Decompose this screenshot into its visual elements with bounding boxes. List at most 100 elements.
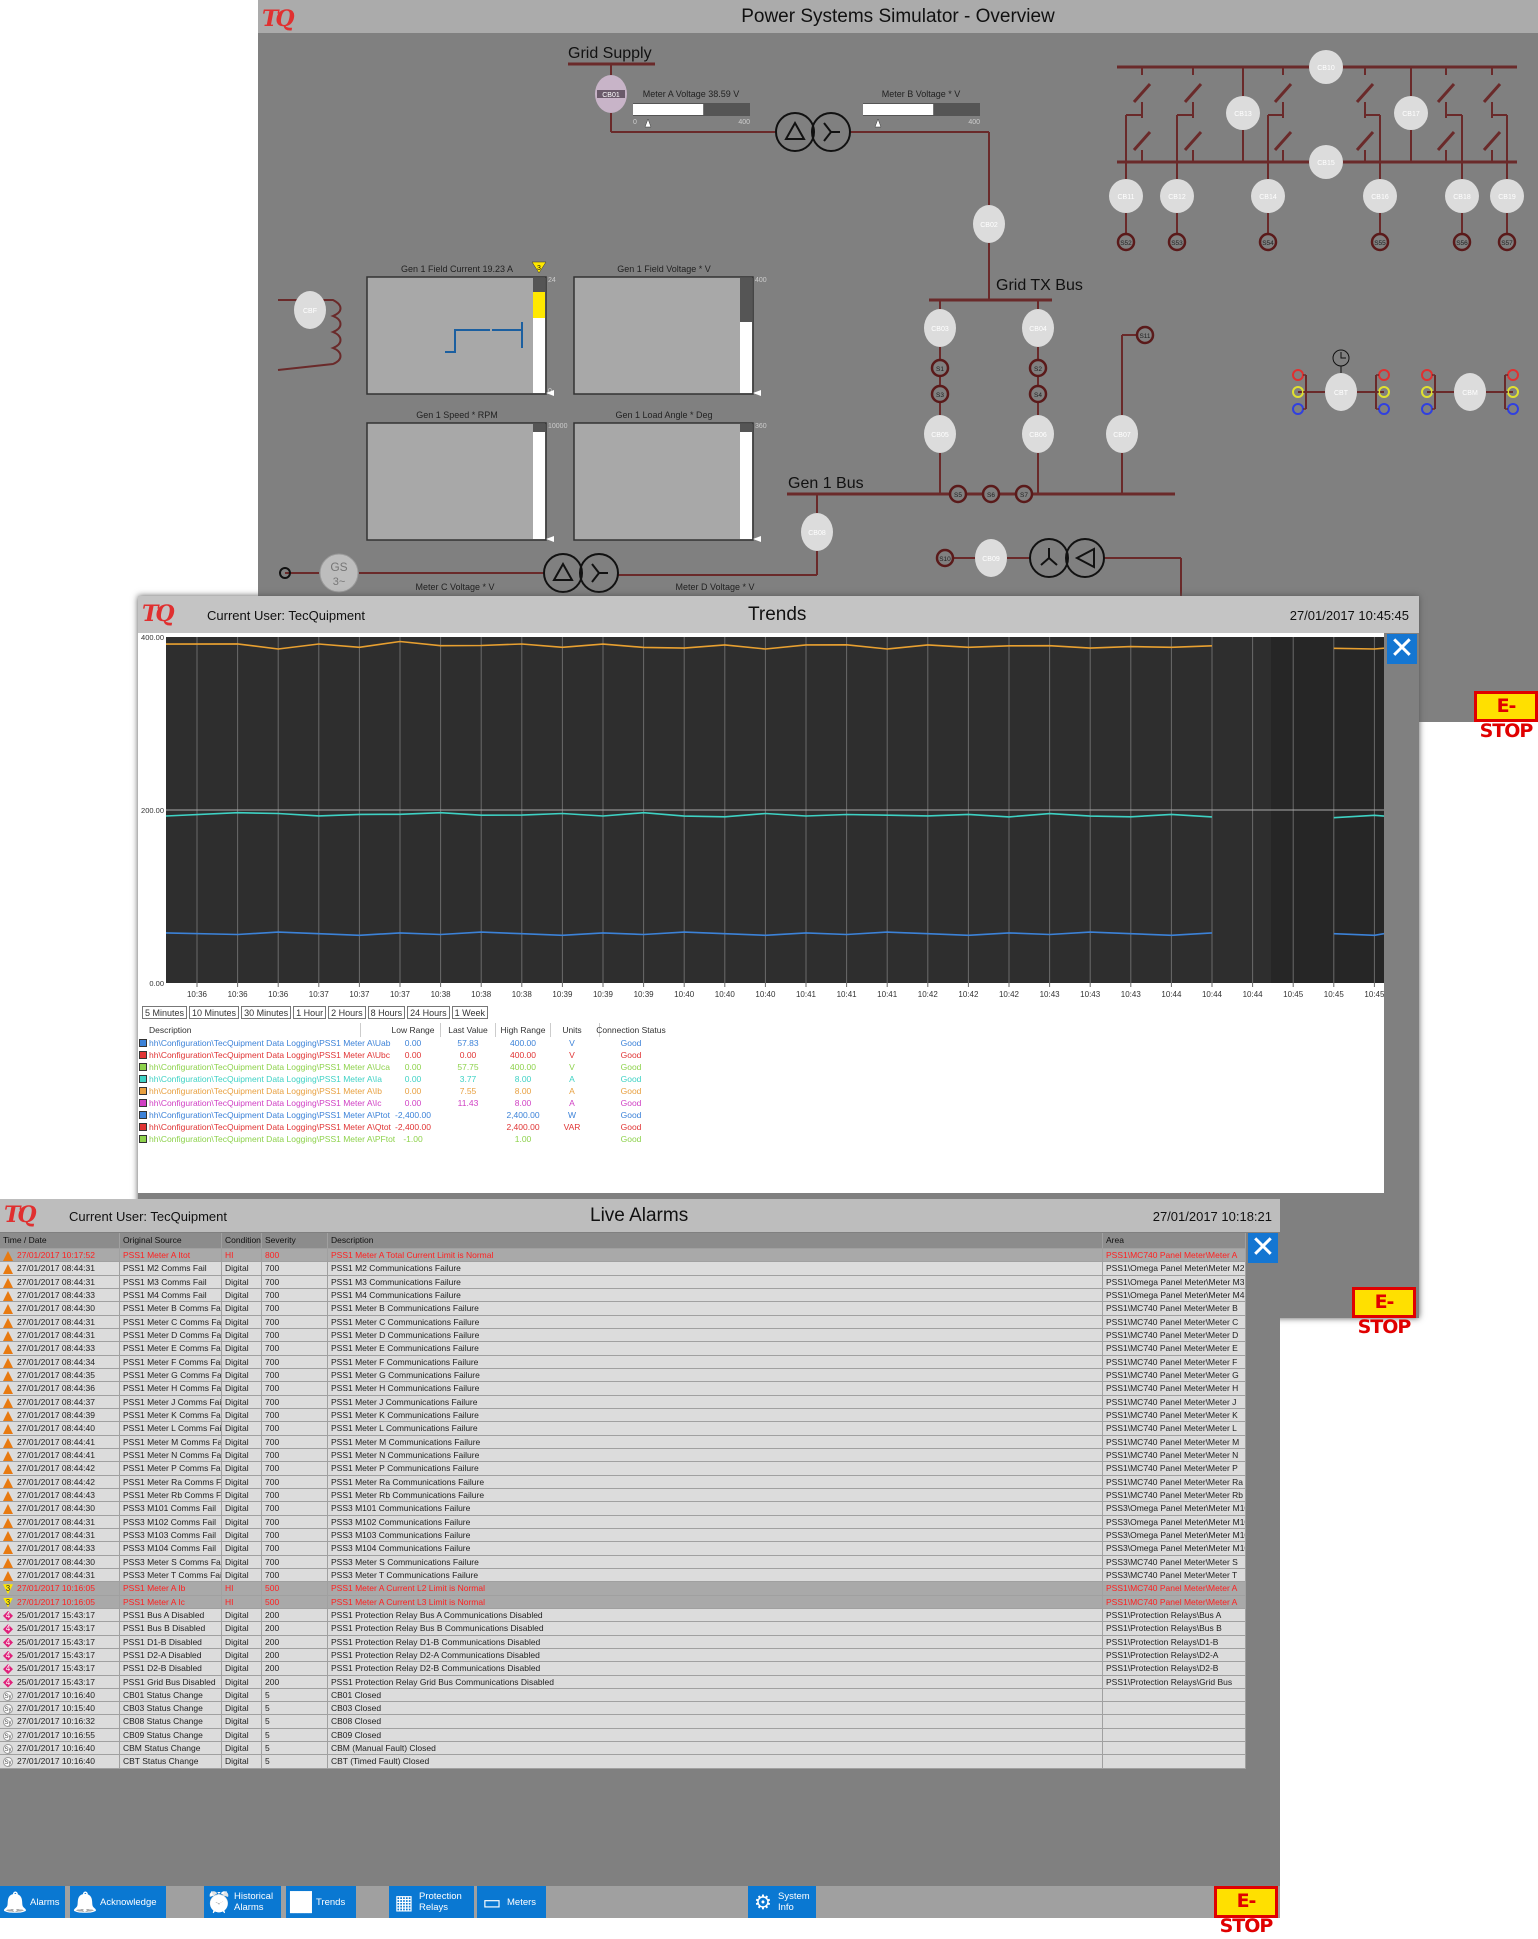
- time-range-button[interactable]: 1 Hour: [293, 1006, 327, 1019]
- time-range-button[interactable]: 1 Week: [451, 1006, 489, 1019]
- alarm-row[interactable]: 27/01/2017 08:44:42 PSS1 Meter P Comms Fa…: [0, 1462, 1246, 1476]
- diagram-label: CB14: [1259, 194, 1277, 201]
- alarm-row[interactable]: 27/01/2017 08:44:40 PSS1 Meter L Comms Fa…: [0, 1422, 1246, 1436]
- alarm-row[interactable]: 27/01/2017 10:17:52 PSS1 Meter A Itot HI 80…: [0, 1249, 1246, 1263]
- trends-button[interactable]: 📈 Trends: [286, 1886, 356, 1918]
- alarm-row[interactable]: 27/01/2017 08:44:31 PSS1 Meter C Comms Fa…: [0, 1315, 1246, 1329]
- series-color-swatch[interactable]: [139, 1123, 147, 1131]
- alarm-row[interactable]: 27/01/2017 08:44:42 PSS1 Meter Ra Comms F…: [0, 1475, 1246, 1489]
- alarm-row[interactable]: 4 25/01/2017 15:43:17 PSS1 D2-B Disabled Di…: [0, 1662, 1246, 1676]
- alarm-row[interactable]: 4 25/01/2017 15:43:17 PSS1 D1-B Disabled Di…: [0, 1635, 1246, 1649]
- series-color-swatch[interactable]: [139, 1099, 147, 1107]
- estop-button[interactable]: E-STOP: [1474, 691, 1538, 742]
- column-header[interactable]: Area: [1103, 1233, 1246, 1248]
- alarm-source: PSS1 Meter P Comms Fail: [120, 1462, 222, 1475]
- alarm-source: PSS3 M101 Comms Fail: [120, 1502, 222, 1515]
- alarm-row[interactable]: 27/01/2017 08:44:31 PSS1 M2 Comms Fail Dig…: [0, 1262, 1246, 1276]
- protection-relays-button[interactable]: ▦ Protection Relays: [389, 1886, 474, 1918]
- legend-units: VAR: [563, 1122, 581, 1132]
- alarm-description: CB01 Closed: [328, 1688, 1103, 1702]
- legend-status: Good: [620, 1110, 642, 1120]
- time-range-button[interactable]: 5 Minutes: [142, 1006, 188, 1019]
- estop-button[interactable]: E-STOP: [1352, 1287, 1416, 1338]
- alarm-row[interactable]: 27/01/2017 08:44:30 PSS3 Meter S Comms Fa…: [0, 1555, 1246, 1569]
- alarm-row[interactable]: Sy 27/01/2017 10:16:40 CBT Status Change Di…: [0, 1755, 1246, 1769]
- alarm-condition: Digital: [222, 1328, 262, 1342]
- meters-button[interactable]: ▭ Meters: [477, 1886, 546, 1918]
- series-color-swatch[interactable]: [139, 1087, 147, 1095]
- alarm-row[interactable]: Sy 27/01/2017 10:16:40 CBM Status Change Di…: [0, 1742, 1246, 1756]
- alarm-row[interactable]: Sy 27/01/2017 10:15:40 CB03 Status Change D…: [0, 1702, 1246, 1716]
- alarm-row[interactable]: 27/01/2017 08:44:31 PSS3 M102 Comms Fail D…: [0, 1515, 1246, 1529]
- close-alarms-button[interactable]: ✕: [1248, 1233, 1278, 1263]
- alarm-row[interactable]: 27/01/2017 08:44:33 PSS3 M104 Comms Fail D…: [0, 1542, 1246, 1556]
- alarms-button[interactable]: 🔔 Alarms: [0, 1886, 65, 1918]
- alarm-row[interactable]: 27/01/2017 08:44:31 PSS3 Meter T Comms Fa…: [0, 1568, 1246, 1583]
- alarm-row[interactable]: 27/01/2017 08:44:39 PSS1 Meter K Comms Fa…: [0, 1408, 1246, 1423]
- time-range-button[interactable]: 24 Hours: [407, 1006, 450, 1019]
- toolbar-label: Meters: [507, 1896, 537, 1908]
- series-color-swatch[interactable]: [139, 1135, 147, 1143]
- trends-header: TQ Current User: TecQuipment Trends 27/0…: [138, 596, 1419, 633]
- alarm-row[interactable]: 4 25/01/2017 15:43:17 PSS1 Bus B Disabled D…: [0, 1622, 1246, 1636]
- alarm-row[interactable]: 27/01/2017 08:44:30 PSS1 Meter B Comms Fa…: [0, 1302, 1246, 1316]
- series-color-swatch[interactable]: [139, 1111, 147, 1119]
- column-header[interactable]: Description: [328, 1233, 1103, 1248]
- alarm-row[interactable]: Sy 27/01/2017 10:16:32 CB08 Status Change D…: [0, 1715, 1246, 1729]
- alarm-row[interactable]: 3 27/01/2017 10:16:05 PSS1 Meter A Ic HI 500…: [0, 1595, 1246, 1609]
- series-color-swatch[interactable]: [139, 1063, 147, 1071]
- alarm-row[interactable]: 27/01/2017 08:44:30 PSS3 M101 Comms Fail D…: [0, 1502, 1246, 1516]
- alarm-row[interactable]: 27/01/2017 08:44:34 PSS1 Meter F Comms Fa…: [0, 1355, 1246, 1369]
- alarm-row[interactable]: 27/01/2017 08:44:41 PSS1 Meter M Comms Fa…: [0, 1435, 1246, 1449]
- acknowledge-button[interactable]: 🔔 Acknowledge: [70, 1886, 166, 1918]
- alarm-row[interactable]: 27/01/2017 08:44:36 PSS1 Meter H Comms Fa…: [0, 1382, 1246, 1396]
- alarm-condition: Digital: [222, 1448, 262, 1462]
- alarm-row[interactable]: 27/01/2017 08:44:33 PSS1 Meter E Comms Fa…: [0, 1342, 1246, 1356]
- column-header[interactable]: Severity: [262, 1233, 328, 1248]
- column-separator: [550, 1023, 551, 1037]
- alarm-time: 27/01/2017 08:44:31: [0, 1262, 120, 1275]
- series-color-swatch[interactable]: [139, 1075, 147, 1083]
- series-color-swatch[interactable]: [139, 1039, 147, 1047]
- system-info-button[interactable]: ⚙ System Info: [748, 1886, 816, 1918]
- diagram-label: S2: [1034, 366, 1042, 373]
- alarm-row[interactable]: 4 25/01/2017 15:43:17 PSS1 Bus A Disabled D…: [0, 1608, 1246, 1623]
- alarm-source: PSS1 Meter K Comms Fail: [120, 1408, 222, 1422]
- time-range-button[interactable]: 30 Minutes: [241, 1006, 292, 1019]
- alarm-row[interactable]: 27/01/2017 08:44:41 PSS1 Meter N Comms Fa…: [0, 1448, 1246, 1463]
- alarm-row[interactable]: 27/01/2017 08:44:31 PSS1 M3 Comms Fail Dig…: [0, 1275, 1246, 1289]
- legend-header: Last Value: [448, 1025, 488, 1035]
- time-range-button[interactable]: 8 Hours: [367, 1006, 406, 1019]
- alarm-row[interactable]: 27/01/2017 08:44:37 PSS1 Meter J Comms Fa…: [0, 1395, 1246, 1409]
- estop-button[interactable]: E-STOP: [1214, 1886, 1278, 1937]
- alarm-row[interactable]: 27/01/2017 08:44:35 PSS1 Meter G Comms Fa…: [0, 1368, 1246, 1383]
- alarm-row[interactable]: 3 27/01/2017 10:16:05 PSS1 Meter A Ib HI 500…: [0, 1582, 1246, 1596]
- close-trends-button[interactable]: ✕: [1387, 634, 1417, 664]
- alarm-row[interactable]: 27/01/2017 08:44:33 PSS1 M4 Comms Fail Dig…: [0, 1288, 1246, 1303]
- legend-header: Units: [562, 1025, 582, 1035]
- alarm-row[interactable]: 4 25/01/2017 15:43:17 PSS1 D2-A Disabled Di…: [0, 1648, 1246, 1663]
- alarm-row[interactable]: Sy 27/01/2017 10:16:55 CB09 Status Change D…: [0, 1728, 1246, 1743]
- trend-legend: Description Low Range Last Value High Range…: [138, 1021, 1384, 1191]
- historical-alarms-button[interactable]: ⏰ Historical Alarms: [204, 1886, 281, 1918]
- alarm-row[interactable]: Sy 27/01/2017 10:16:40 CB01 Status Change D…: [0, 1688, 1246, 1703]
- time-range-button[interactable]: 2 Hours: [328, 1006, 366, 1019]
- alarm-row[interactable]: 27/01/2017 08:44:31 PSS3 M103 Comms Fail D…: [0, 1528, 1246, 1543]
- trend-chart[interactable]: 10:36 10:36 10:36 10:37 10:37 10:37 10:38 10:38…: [138, 633, 1384, 998]
- overview-title: Power Systems Simulator - Overview: [741, 6, 1055, 27]
- column-header[interactable]: Original Source: [120, 1233, 222, 1248]
- time-range-button[interactable]: 10 Minutes: [189, 1006, 240, 1019]
- column-header[interactable]: Condition: [222, 1233, 262, 1248]
- alarm-row[interactable]: 27/01/2017 08:44:43 PSS1 Meter Rb Comms F…: [0, 1488, 1246, 1503]
- alarm-source: PSS1 Meter A Ic: [120, 1595, 222, 1608]
- alarm-row[interactable]: 27/01/2017 08:44:31 PSS1 Meter D Comms Fa…: [0, 1328, 1246, 1343]
- legend-low: -2,400.00: [395, 1122, 431, 1132]
- diagram-label: CB03: [931, 326, 949, 333]
- pointer-icon: [644, 118, 652, 128]
- alarm-row[interactable]: 4 25/01/2017 15:43:17 PSS1 Grid Bus Disabl…: [0, 1675, 1246, 1689]
- series-color-swatch[interactable]: [139, 1051, 147, 1059]
- column-header[interactable]: Time / Date: [0, 1233, 120, 1248]
- legend-low: 0.00: [404, 1038, 422, 1048]
- diagram-label: CB07: [1113, 432, 1131, 439]
- diagram-label: Meter A Voltage 38.59 V: [643, 89, 740, 99]
